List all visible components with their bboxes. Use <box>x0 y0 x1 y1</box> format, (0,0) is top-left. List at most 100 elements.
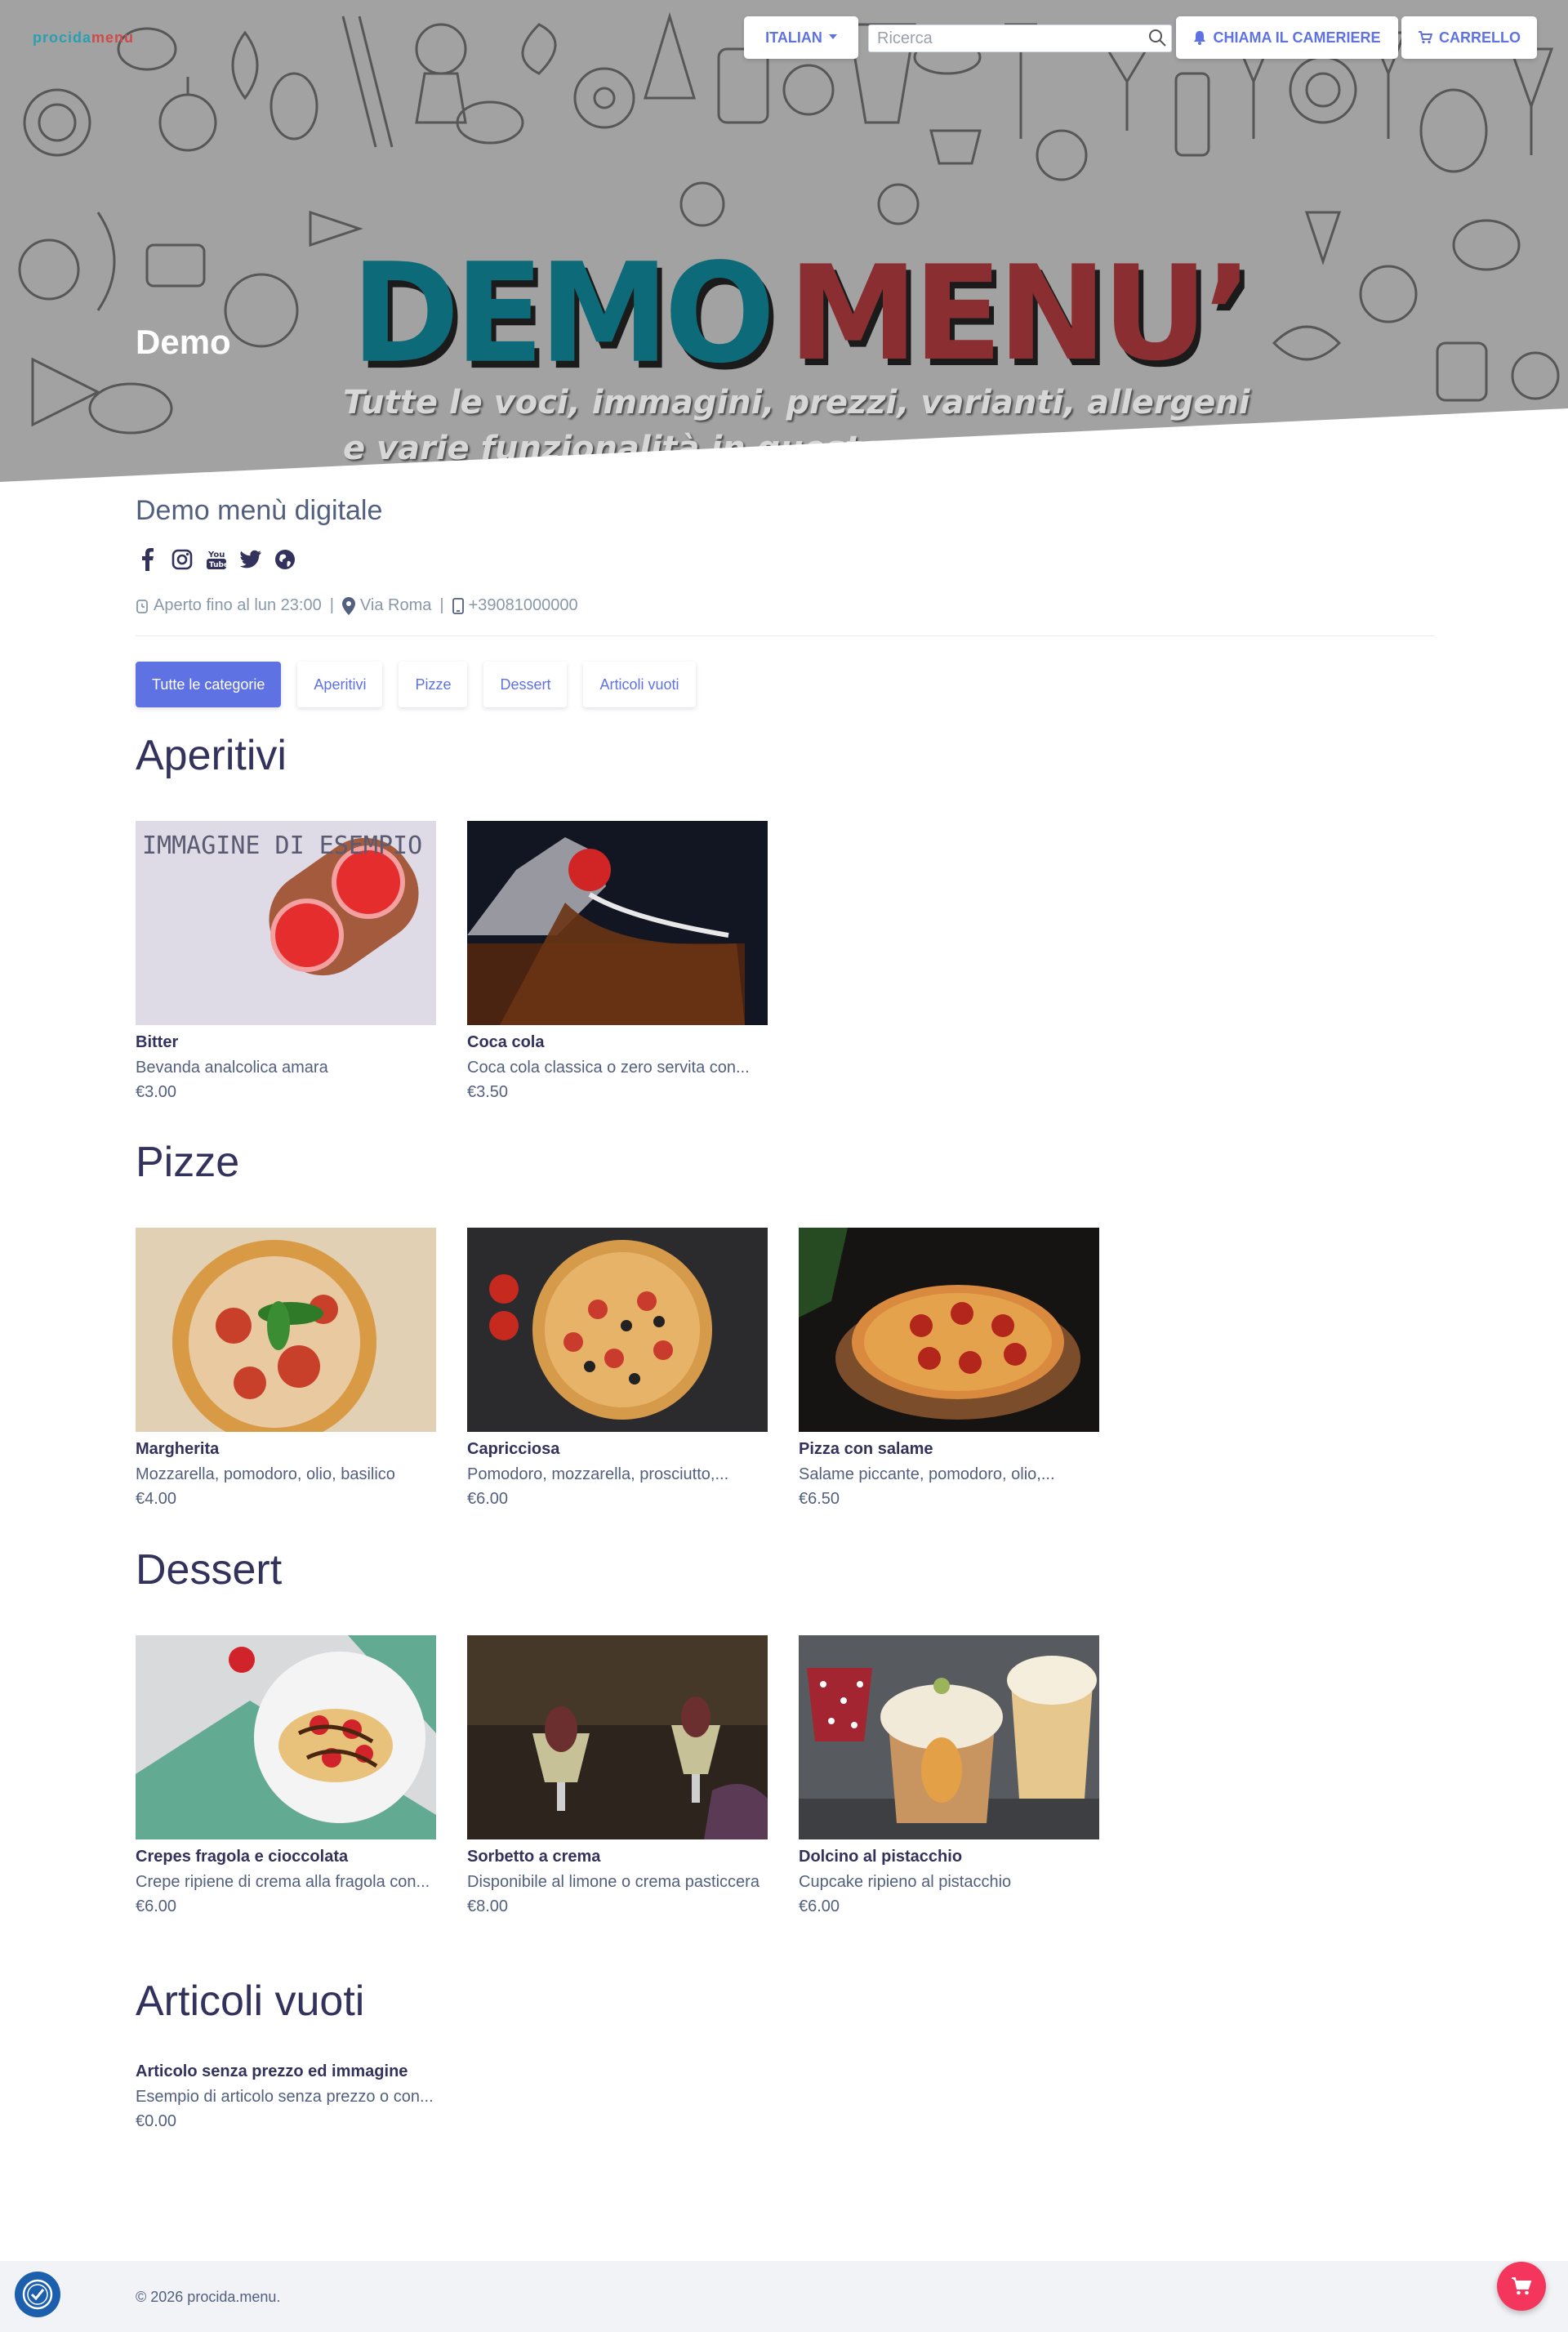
item-name: Crepes fragola e cioccolata <box>136 1848 349 1866</box>
item-price: €4.00 <box>136 1490 177 1508</box>
twitter-icon[interactable] <box>238 547 263 572</box>
restaurant-title: Demo menù digitale <box>136 495 383 526</box>
section-title-dessert: Dessert <box>136 1546 283 1594</box>
menu-item-card[interactable]: Coca cola Coca cola classica o zero serv… <box>467 821 768 1104</box>
footer: © 2026 procida.menu. <box>0 2261 1568 2332</box>
hero-banner: DEMO MENU’ Tutte le voci, immagini, prez… <box>0 0 1568 482</box>
item-name: Articolo senza prezzo ed immagine <box>136 2062 408 2080</box>
menu-item-card[interactable]: Capricciosa Pomodoro, mozzarella, prosci… <box>467 1228 768 1511</box>
restaurant-info: Aperto fino al lun 23:00 | Via Roma | +3… <box>136 596 578 615</box>
cart-label: CARRELLO <box>1439 29 1521 46</box>
brand-logo[interactable]: procidamenu <box>33 29 134 47</box>
item-price: €8.00 <box>467 1897 509 1915</box>
tab-pizze[interactable]: Pizze <box>399 662 468 707</box>
address: Via Roma <box>359 596 432 614</box>
call-waiter-label: CHIAMA IL CAMERIERE <box>1213 29 1381 46</box>
social-links: You Tube <box>136 547 297 572</box>
item-price: €3.00 <box>136 1083 177 1101</box>
instagram-icon[interactable] <box>170 547 194 572</box>
section-title-articoli-vuoti: Articoli vuoti <box>136 1978 365 2025</box>
tab-aperitivi[interactable]: Aperitivi <box>297 662 383 707</box>
facebook-icon[interactable] <box>136 547 160 572</box>
tab-articoli-vuoti[interactable]: Articoli vuoti <box>583 662 696 707</box>
item-name: Dolcino al pistacchio <box>799 1848 963 1866</box>
floating-cart-button[interactable] <box>1497 2262 1546 2311</box>
tab-all-categories[interactable]: Tutte le categorie <box>136 662 282 707</box>
logo-part2: menu <box>91 29 135 46</box>
item-price: €6.00 <box>467 1490 509 1508</box>
section-items-dessert: Crepes fragola e cioccolata Crepe ripien… <box>136 1635 1099 1919</box>
search-field[interactable] <box>868 25 1172 52</box>
svg-text:Tube: Tube <box>209 561 227 569</box>
menu-item-card[interactable]: Articolo senza prezzo ed immagine Esempi… <box>136 2054 436 2134</box>
item-image-pizza-salame <box>799 1228 1099 1432</box>
item-price: €6.00 <box>136 1897 177 1915</box>
item-name: Pizza con salame <box>799 1440 933 1458</box>
section-items-articoli-vuoti: Articolo senza prezzo ed immagine Esempi… <box>136 2054 436 2134</box>
hero-title-menu: MENU’ <box>788 237 1253 390</box>
globe-icon[interactable] <box>273 547 297 572</box>
menu-item-card[interactable]: Sorbetto a crema Disponibile al limone o… <box>467 1635 768 1919</box>
hero-title-demo: DEMO <box>351 233 775 394</box>
item-description: Coca cola classica o zero servita con... <box>467 1059 750 1077</box>
language-label: ITALIAN <box>765 29 822 46</box>
phone-number[interactable]: +39081000000 <box>469 596 578 615</box>
logo-part1: procida <box>33 29 92 46</box>
section-items-aperitivi: IMMAGINE DI ESEMPIO Bitter Bevanda analc… <box>136 821 768 1104</box>
accessibility-button[interactable] <box>15 2272 60 2317</box>
clock-icon <box>136 599 148 613</box>
item-description: Salame piccante, pomodoro, olio,... <box>799 1465 1055 1483</box>
item-description: Mozzarella, pomodoro, olio, basilico <box>136 1465 395 1483</box>
item-description: Disponibile al limone o crema pasticcera <box>467 1873 760 1891</box>
item-image-coca-cola <box>467 821 768 1025</box>
menu-item-card[interactable]: Margherita Mozzarella, pomodoro, olio, b… <box>136 1228 436 1511</box>
menu-item-card[interactable]: IMMAGINE DI ESEMPIO Bitter Bevanda analc… <box>136 821 436 1104</box>
opening-hours: Aperto fino al lun 23:00 <box>154 596 322 614</box>
item-description: Bevanda analcolica amara <box>136 1059 328 1077</box>
item-name: Bitter <box>136 1033 179 1051</box>
restaurant-short-name: Demo <box>136 323 231 361</box>
item-image-sorbetto <box>467 1635 768 1839</box>
map-marker-icon <box>341 596 355 615</box>
section-items-pizze: Margherita Mozzarella, pomodoro, olio, b… <box>136 1228 1099 1511</box>
bell-icon <box>1194 31 1206 45</box>
svg-text:You: You <box>207 551 225 560</box>
youtube-icon[interactable]: You Tube <box>204 547 229 572</box>
item-image-capricciosa <box>467 1228 768 1432</box>
item-price: €0.00 <box>136 2112 177 2130</box>
cart-icon <box>1512 2277 1532 2295</box>
divider <box>136 635 1434 636</box>
menu-item-card[interactable]: Pizza con salame Salame piccante, pomodo… <box>799 1228 1099 1511</box>
search-input[interactable] <box>869 25 1171 51</box>
item-description: Cupcake ripieno al pistacchio <box>799 1873 1012 1891</box>
image-sample-text: IMMAGINE DI ESEMPIO <box>142 832 422 860</box>
tab-dessert[interactable]: Dessert <box>483 662 568 707</box>
item-image-dolcino <box>799 1635 1099 1839</box>
item-name: Margherita <box>136 1440 220 1458</box>
item-name: Sorbetto a crema <box>467 1848 601 1866</box>
item-image-margherita <box>136 1228 436 1432</box>
accessibility-icon <box>22 2279 53 2310</box>
cart-button[interactable]: CARRELLO <box>1401 16 1537 59</box>
item-image-crepes <box>136 1635 436 1839</box>
section-title-aperitivi: Aperitivi <box>136 732 287 779</box>
category-tabs: Tutte le categorie Aperitivi Pizze Desse… <box>136 662 696 707</box>
phone-icon <box>452 597 464 614</box>
footer-copyright: © 2026 procida.menu. <box>136 2289 281 2305</box>
item-description: Pomodoro, mozzarella, prosciutto,... <box>467 1465 729 1483</box>
menu-item-card[interactable]: Dolcino al pistacchio Cupcake ripieno al… <box>799 1635 1099 1919</box>
item-price: €3.50 <box>467 1083 509 1101</box>
language-dropdown[interactable]: ITALIAN <box>744 16 858 59</box>
item-price: €6.00 <box>799 1897 840 1915</box>
caret-down-icon <box>828 34 837 39</box>
call-waiter-button[interactable]: CHIAMA IL CAMERIERE <box>1176 16 1398 59</box>
item-image-bitter: IMMAGINE DI ESEMPIO <box>136 821 436 1025</box>
search-icon[interactable] <box>1147 27 1168 48</box>
item-name: Capricciosa <box>467 1440 560 1458</box>
menu-item-card[interactable]: Crepes fragola e cioccolata Crepe ripien… <box>136 1635 436 1919</box>
hero-slant-divider <box>0 408 1568 482</box>
cart-icon <box>1419 31 1432 44</box>
item-description: Crepe ripiene di crema alla fragola con.… <box>136 1873 430 1891</box>
item-price: €6.50 <box>799 1490 840 1508</box>
item-description: Esempio di articolo senza prezzo o con..… <box>136 2088 434 2106</box>
